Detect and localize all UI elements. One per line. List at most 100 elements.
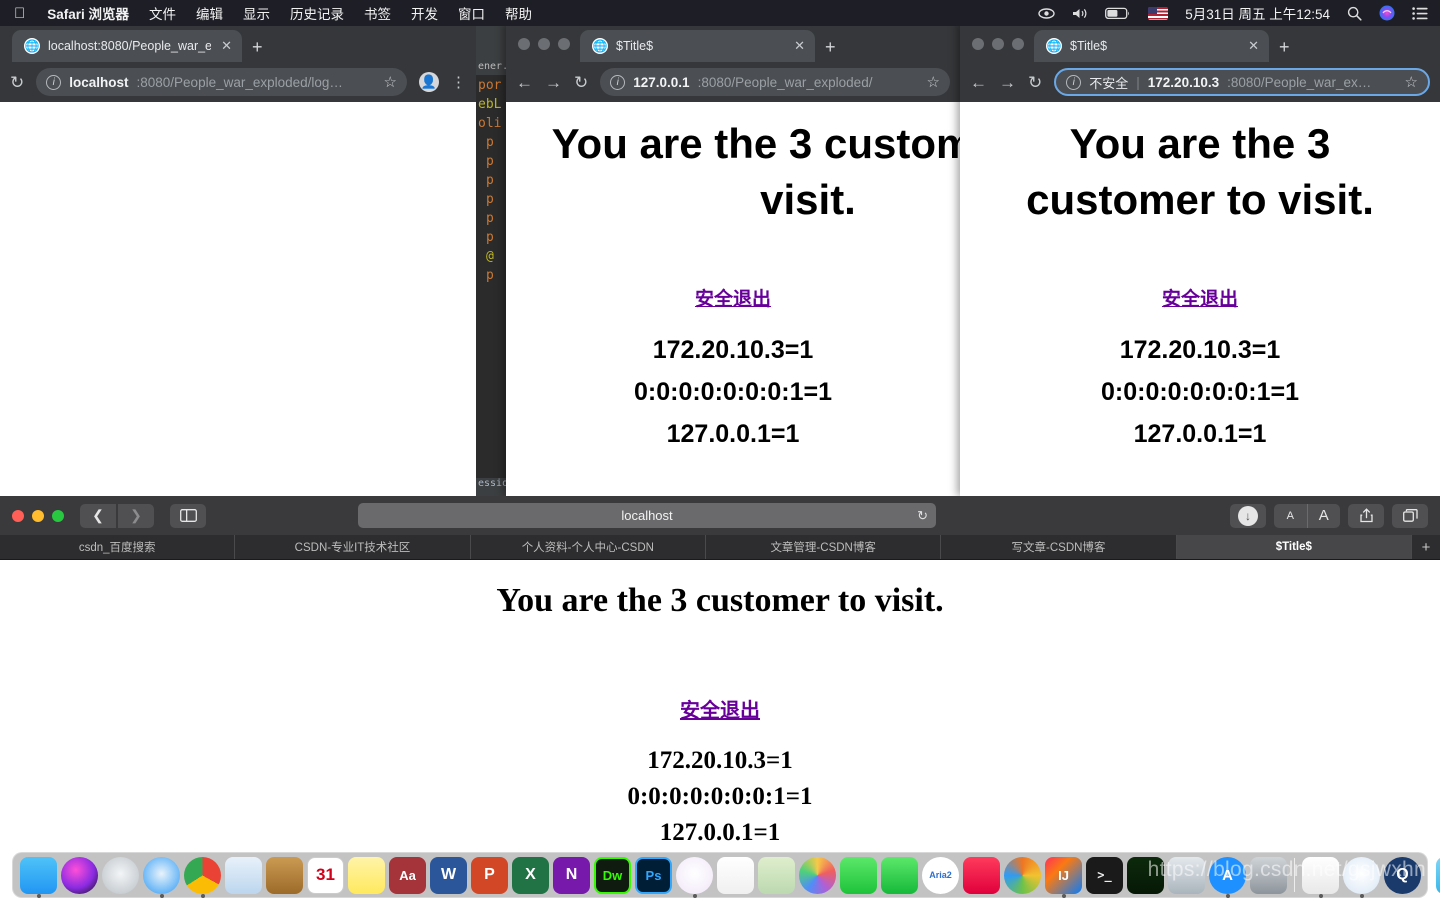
chrome-toolbar[interactable]: ↻ i localhost:8080/People_war_exploded/l… xyxy=(0,62,476,102)
chrome-tab-strip[interactable]: 🌐 $Title$ ✕ + xyxy=(506,22,960,62)
address-bar[interactable]: i 127.0.0.1:8080/People_war_exploded/ ☆ xyxy=(600,68,950,96)
back-arrow-icon[interactable]: ❮ xyxy=(80,503,116,528)
window-traffic-lights[interactable] xyxy=(960,38,1034,62)
chrome-tab-strip[interactable]: 🌐 localhost:8080/People_war_exp ✕ + xyxy=(0,22,476,62)
safari-tab[interactable]: csdn_百度搜索 xyxy=(0,535,236,559)
dock-item-dictionary[interactable]: Aa xyxy=(388,856,427,895)
chrome-tab-strip[interactable]: 🌐 $Title$ ✕ + xyxy=(960,22,1440,62)
info-icon[interactable]: i xyxy=(610,74,626,90)
dock-item-mail[interactable] xyxy=(224,856,263,895)
chrome-window-right[interactable]: 🌐 $Title$ ✕ + ← → ↻ i 不安全 | 172.20.10.3:… xyxy=(960,22,1440,496)
dock-item-xmind[interactable] xyxy=(962,856,1001,895)
menu-item-safari[interactable]: Safari 浏览器 xyxy=(47,3,129,23)
maximize-button[interactable] xyxy=(52,509,64,522)
volume-icon[interactable] xyxy=(1072,7,1088,20)
close-icon[interactable]: ✕ xyxy=(1246,38,1261,54)
menu-item-history[interactable]: 历史记录 xyxy=(290,3,344,23)
kebab-menu-icon[interactable]: ⋮ xyxy=(451,73,466,91)
dock-item-photoshop[interactable]: Ps xyxy=(634,856,673,895)
logout-link[interactable]: 安全退出 xyxy=(680,694,760,723)
info-icon[interactable]: i xyxy=(1066,74,1082,90)
sidebar-toggle-icon[interactable] xyxy=(170,503,206,528)
window-traffic-lights[interactable] xyxy=(12,509,64,522)
dock-item-finder[interactable] xyxy=(19,856,58,898)
intellij-idea-window[interactable]: ener.ja por ebL oli p p p p p p @ p essi… xyxy=(476,22,506,496)
dock-item-intellij-idea[interactable]: IJ xyxy=(1044,856,1083,898)
safari-nav-group[interactable]: ❮ ❯ xyxy=(80,503,154,528)
show-all-tabs-icon[interactable] xyxy=(1392,503,1428,528)
dock-item-maps[interactable] xyxy=(757,856,796,895)
safari-tab[interactable]: 个人资料-个人中心-CSDN xyxy=(471,535,706,559)
menu-item-develop[interactable]: 开发 xyxy=(411,3,438,23)
dock-item-terminal[interactable]: >_ xyxy=(1085,856,1124,895)
dock-item-facetime[interactable] xyxy=(880,856,919,895)
siri-icon[interactable] xyxy=(1379,5,1395,21)
dock-item-calendar[interactable]: 31 xyxy=(306,856,345,895)
dock-item-powerpoint[interactable]: P xyxy=(470,856,509,895)
logout-link[interactable]: 安全退出 xyxy=(1162,284,1238,311)
chrome-window-left[interactable]: 🌐 localhost:8080/People_war_exp ✕ + ↻ i … xyxy=(0,22,476,496)
search-icon[interactable] xyxy=(1347,6,1362,21)
menu-item-file[interactable]: 文件 xyxy=(149,3,176,23)
close-button[interactable] xyxy=(518,38,530,50)
bookmark-star-icon[interactable]: ☆ xyxy=(384,73,397,91)
info-icon[interactable]: i xyxy=(46,74,62,90)
download-icon[interactable]: ↓ xyxy=(1230,503,1266,528)
dock-item-messages[interactable] xyxy=(839,856,878,895)
screen-mirror-icon[interactable] xyxy=(1038,7,1055,20)
safari-toolbar[interactable]: ❮ ❯ localhost ↻ ↓ A A xyxy=(0,496,1440,535)
dock-item-aria2[interactable]: Aria2 xyxy=(921,856,960,895)
new-tab-icon[interactable]: + xyxy=(1412,535,1440,559)
logout-link[interactable]: 安全退出 xyxy=(695,284,771,311)
profile-avatar-icon[interactable]: 👤 xyxy=(419,72,439,92)
minimize-button[interactable] xyxy=(32,509,44,522)
reload-icon[interactable]: ↻ xyxy=(917,508,928,524)
bookmark-star-icon[interactable]: ☆ xyxy=(927,73,940,91)
us-flag-icon[interactable] xyxy=(1148,6,1169,20)
battery-icon[interactable] xyxy=(1105,7,1131,20)
zoom-controls[interactable]: A A xyxy=(1274,503,1341,528)
forward-arrow-icon[interactable]: → xyxy=(999,74,1016,91)
share-icon[interactable] xyxy=(1348,503,1384,528)
safari-tab[interactable]: CSDN-专业IT技术社区 xyxy=(235,535,471,559)
menu-bar-datetime[interactable]: 5月31日 周五 上午12:54 xyxy=(1185,3,1330,23)
window-traffic-lights[interactable] xyxy=(506,38,580,62)
back-arrow-icon[interactable]: ← xyxy=(970,74,987,91)
dock-item-safari[interactable] xyxy=(142,856,181,898)
menu-item-edit[interactable]: 编辑 xyxy=(196,3,223,23)
dock-item-reminders[interactable] xyxy=(716,856,755,895)
safari-toolbar-right[interactable]: ↓ A A xyxy=(1230,503,1428,528)
safari-tab[interactable]: 写文章-CSDN博客 xyxy=(941,535,1177,559)
menu-item-help[interactable]: 帮助 xyxy=(505,3,532,23)
new-tab-icon[interactable]: + xyxy=(815,38,846,62)
chrome-window-middle[interactable]: 🌐 $Title$ ✕ + ← → ↻ i 127.0.0.1:8080/Peo… xyxy=(506,22,960,496)
safari-window[interactable]: ❮ ❯ localhost ↻ ↓ A A csdn_百度搜索 CSDN-专业I… xyxy=(0,496,1440,856)
dock-item-itunes[interactable] xyxy=(675,856,714,898)
new-tab-icon[interactable]: + xyxy=(242,38,273,62)
dock-item-downloads-folder[interactable] xyxy=(1435,856,1440,895)
dock-item-onenote[interactable]: N xyxy=(552,856,591,895)
dock-item-chrome[interactable] xyxy=(183,856,222,898)
dock-item-photos[interactable] xyxy=(798,856,837,895)
ide-tab-bar[interactable]: ener.ja xyxy=(476,22,506,76)
address-bar[interactable]: i 不安全 | 172.20.10.3:8080/People_war_ex… … xyxy=(1054,68,1430,96)
browser-tab[interactable]: 🌐 $Title$ ✕ xyxy=(1034,30,1269,62)
forward-arrow-icon[interactable]: ❯ xyxy=(118,503,154,528)
dock-item-mendeley[interactable] xyxy=(1003,856,1042,895)
apple-icon[interactable]:  xyxy=(14,6,25,21)
reload-icon[interactable]: ↻ xyxy=(10,74,24,91)
menu-item-view[interactable]: 显示 xyxy=(243,3,270,23)
dock-item-excel[interactable]: X xyxy=(511,856,550,895)
control-center-icon[interactable] xyxy=(1412,6,1428,20)
reload-icon[interactable]: ↻ xyxy=(574,74,588,91)
reload-icon[interactable]: ↻ xyxy=(1028,74,1042,91)
zoom-in-button[interactable]: A xyxy=(1306,503,1341,528)
menu-item-window[interactable]: 窗口 xyxy=(458,3,485,23)
dock-item-contacts[interactable] xyxy=(265,856,304,895)
safari-address-bar[interactable]: localhost ↻ xyxy=(358,503,936,528)
maximize-button[interactable] xyxy=(1012,38,1024,50)
address-bar[interactable]: i localhost:8080/People_war_exploded/log… xyxy=(36,68,407,96)
close-button[interactable] xyxy=(972,38,984,50)
close-icon[interactable]: ✕ xyxy=(219,38,234,54)
minimize-button[interactable] xyxy=(538,38,550,50)
